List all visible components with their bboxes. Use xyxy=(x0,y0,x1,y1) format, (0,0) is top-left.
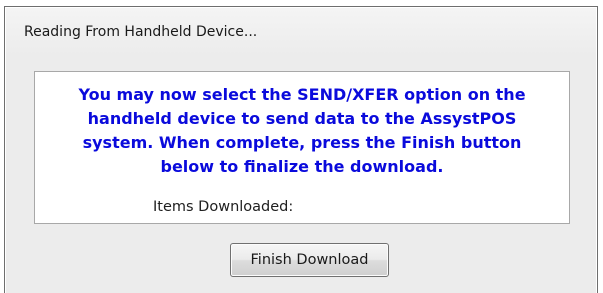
message-line: handheld device to send data to the Assy… xyxy=(87,109,517,128)
title-bar[interactable]: Reading From Handheld Device... xyxy=(6,8,596,56)
window-title: Reading From Handheld Device... xyxy=(24,24,258,40)
message-panel: You may now select the SEND/XFER option … xyxy=(34,71,570,224)
finish-download-button[interactable]: Finish Download xyxy=(230,243,389,277)
message-line: below to finalize the download. xyxy=(160,157,444,176)
dialog-body: You may now select the SEND/XFER option … xyxy=(6,56,596,293)
dialog-frame: Reading From Handheld Device... You may … xyxy=(4,6,598,293)
message-line: You may now select the SEND/XFER option … xyxy=(78,85,526,104)
instruction-message: You may now select the SEND/XFER option … xyxy=(35,83,569,179)
message-line: system. When complete, press the Finish … xyxy=(82,133,522,152)
dialog-window: Reading From Handheld Device... You may … xyxy=(0,0,603,293)
items-downloaded-label: Items Downloaded: xyxy=(153,199,294,215)
